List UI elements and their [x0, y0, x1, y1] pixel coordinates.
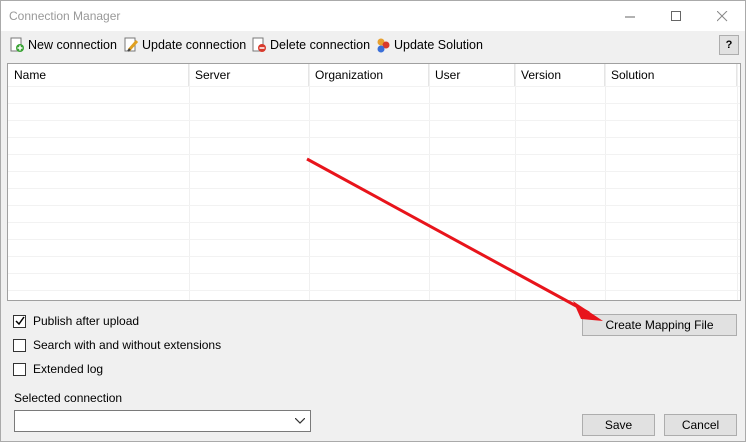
search-extensions-checkbox[interactable]: Search with and without extensions: [13, 338, 221, 352]
column-header-name[interactable]: Name: [8, 64, 189, 86]
grid-divider: [8, 137, 740, 138]
update-connection-label: Update connection: [142, 38, 247, 52]
grid-divider: [8, 290, 740, 291]
grid-divider: [737, 64, 738, 300]
maximize-icon: [670, 10, 681, 21]
new-connection-button[interactable]: New connection: [9, 36, 117, 54]
column-header-server[interactable]: Server: [189, 64, 309, 86]
table-header: Name Server Organization User Version So…: [8, 64, 740, 86]
maximize-button[interactable]: [653, 1, 699, 31]
grid-divider: [8, 205, 740, 206]
publish-after-upload-checkbox[interactable]: Publish after upload: [13, 314, 139, 328]
grid-divider: [605, 64, 606, 300]
delete-connection-label: Delete connection: [270, 38, 371, 52]
grid-divider: [8, 222, 740, 223]
extended-log-label: Extended log: [33, 362, 104, 376]
edit-document-icon: [124, 37, 139, 52]
publish-checkbox-box[interactable]: [13, 314, 26, 328]
grid-divider: [8, 103, 740, 104]
grid-divider: [8, 188, 740, 189]
grid-divider: [429, 64, 430, 300]
grid-divider: [8, 239, 740, 240]
grid-divider: [8, 86, 740, 87]
search-checkbox-box[interactable]: [13, 338, 26, 352]
update-solution-label: Update Solution: [394, 38, 483, 52]
update-connection-button[interactable]: Update connection: [123, 36, 246, 54]
delete-connection-button[interactable]: Delete connection: [251, 36, 370, 54]
help-button[interactable]: ?: [719, 35, 739, 55]
grid-divider: [8, 273, 740, 274]
selected-connection-dropdown[interactable]: [14, 410, 311, 432]
column-header-user[interactable]: User: [429, 64, 515, 86]
column-header-solution[interactable]: Solution: [605, 64, 737, 86]
column-header-version[interactable]: Version: [515, 64, 605, 86]
grid-divider: [515, 64, 516, 300]
minimize-icon: [624, 16, 635, 17]
new-connection-label: New connection: [28, 38, 117, 52]
update-solution-button[interactable]: Update Solution: [375, 36, 483, 54]
minimize-button[interactable]: [607, 1, 653, 31]
toolbar: New connection Update connection Delete …: [1, 31, 745, 59]
column-header-organization[interactable]: Organization: [309, 64, 429, 86]
publish-after-upload-label: Publish after upload: [33, 314, 140, 328]
window-title: Connection Manager: [9, 9, 121, 23]
grid-divider: [8, 154, 740, 155]
create-mapping-file-button[interactable]: Create Mapping File: [582, 314, 737, 336]
chevron-down-icon[interactable]: [292, 413, 308, 429]
grid-divider: [309, 64, 310, 300]
new-document-icon: [10, 37, 24, 52]
title-bar: Connection Manager: [1, 1, 745, 31]
save-button[interactable]: Save: [582, 414, 655, 436]
connection-manager-window: Connection Manager New connection Update…: [0, 0, 746, 442]
grid-divider: [8, 120, 740, 121]
grid-divider: [8, 171, 740, 172]
selected-connection-label: Selected connection: [14, 391, 123, 405]
grid-divider: [189, 64, 190, 300]
close-button[interactable]: [699, 1, 745, 31]
extended-log-checkbox-box[interactable]: [13, 362, 26, 376]
extended-log-checkbox[interactable]: Extended log: [13, 362, 103, 376]
checkmark-icon: [14, 316, 25, 326]
grid-divider: [8, 256, 740, 257]
connections-table[interactable]: Name Server Organization User Version So…: [7, 63, 741, 301]
close-icon: [716, 10, 727, 21]
search-extensions-label: Search with and without extensions: [33, 338, 222, 352]
solution-icon: [377, 38, 390, 53]
cancel-button[interactable]: Cancel: [664, 414, 737, 436]
delete-document-icon: [252, 37, 266, 52]
